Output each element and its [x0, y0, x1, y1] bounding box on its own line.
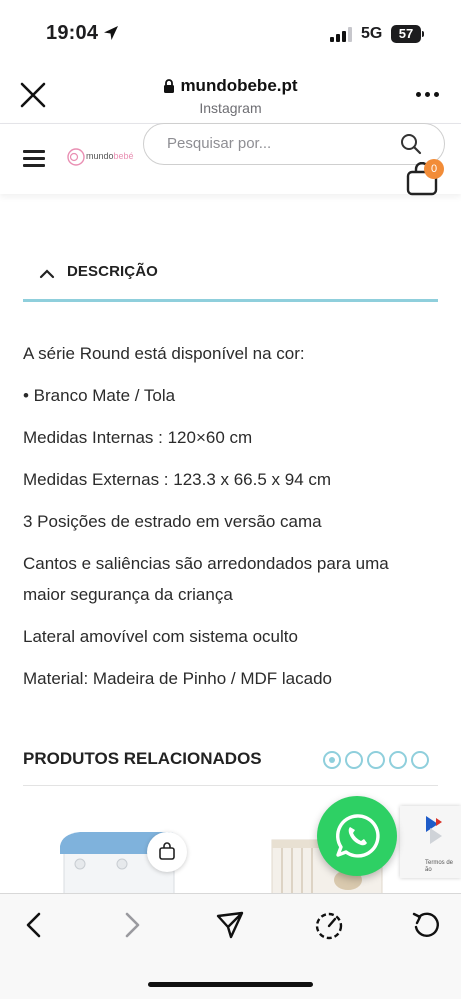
reload-icon[interactable]	[410, 908, 444, 942]
bag-icon	[159, 842, 175, 860]
description-accordion-header[interactable]: DESCRIÇÃO	[23, 252, 438, 302]
network-label: 5G	[361, 25, 383, 42]
signal-icon	[330, 27, 354, 42]
carousel-dot[interactable]	[411, 751, 429, 769]
whatsapp-button[interactable]	[317, 796, 397, 876]
lock-icon	[164, 79, 175, 93]
url-line[interactable]: mundobebe.pt	[0, 76, 461, 96]
search-input[interactable]: Pesquisar por...	[143, 123, 445, 165]
carousel-dot[interactable]	[367, 751, 385, 769]
carousel-dot[interactable]	[345, 751, 363, 769]
status-time: 19:04	[46, 22, 99, 44]
source-label: Instagram	[199, 100, 262, 116]
site-logo[interactable]: mundobebé	[66, 146, 138, 168]
product-card[interactable]	[50, 810, 200, 896]
battery-indicator: 57	[391, 25, 421, 43]
whatsapp-icon	[336, 814, 380, 858]
description-line: maior segurança da criança	[23, 585, 233, 604]
browser-toolbar	[0, 893, 461, 999]
location-arrow-icon	[104, 26, 118, 40]
search-placeholder: Pesquisar por...	[167, 135, 272, 152]
description-line: • Branco Mate / Tola	[23, 386, 176, 405]
site-header: mundobebé Pesquisar por...	[0, 123, 461, 196]
description-line: Lateral amovível com sistema oculto	[23, 627, 298, 646]
recaptcha-icon	[426, 816, 442, 844]
add-to-cart-button[interactable]	[147, 832, 187, 872]
share-icon[interactable]	[213, 908, 247, 942]
description-line: 3 Posições de estrado em versão cama	[23, 512, 322, 531]
description-line: A série Round está disponível na cor:	[23, 344, 305, 363]
more-icon[interactable]	[414, 90, 442, 100]
in-app-browser-header: mundobebe.pt Instagram	[0, 66, 461, 124]
related-products-title: PRODUTOS RELACIONADOS	[23, 749, 262, 768]
hamburger-icon[interactable]	[23, 150, 45, 168]
battery-cap	[422, 31, 424, 37]
description-title: DESCRIÇÃO	[67, 263, 158, 280]
description-line: Material: Madeira de Pinho / MDF lacado	[23, 669, 332, 688]
recaptcha-badge[interactable]: Termos de ão	[400, 806, 461, 878]
description-line: Cantos e saliências são arredondados par…	[23, 554, 389, 573]
back-icon[interactable]	[17, 908, 51, 942]
logo-text: mundobebé	[86, 151, 134, 161]
page-domain: mundobebe.pt	[180, 76, 298, 95]
carousel-dot[interactable]	[323, 751, 341, 769]
description-line: Medidas Internas : 120×60 cm	[23, 428, 253, 447]
related-divider	[23, 785, 438, 786]
chevron-up-icon	[39, 269, 55, 279]
status-bar: 19:04 5G 57	[0, 0, 461, 66]
logo-mark-icon	[67, 148, 85, 166]
speedometer-icon[interactable]	[312, 908, 346, 942]
cart-count-badge: 0	[424, 159, 444, 179]
search-icon[interactable]	[400, 133, 422, 155]
home-indicator	[148, 982, 313, 987]
carousel-pagination	[323, 751, 433, 769]
recaptcha-terms: Termos de ão	[425, 860, 454, 873]
carousel-dot[interactable]	[389, 751, 407, 769]
forward-icon[interactable]	[115, 908, 149, 942]
description-line: Medidas Externas : 123.3 x 66.5 x 94 cm	[23, 470, 332, 489]
